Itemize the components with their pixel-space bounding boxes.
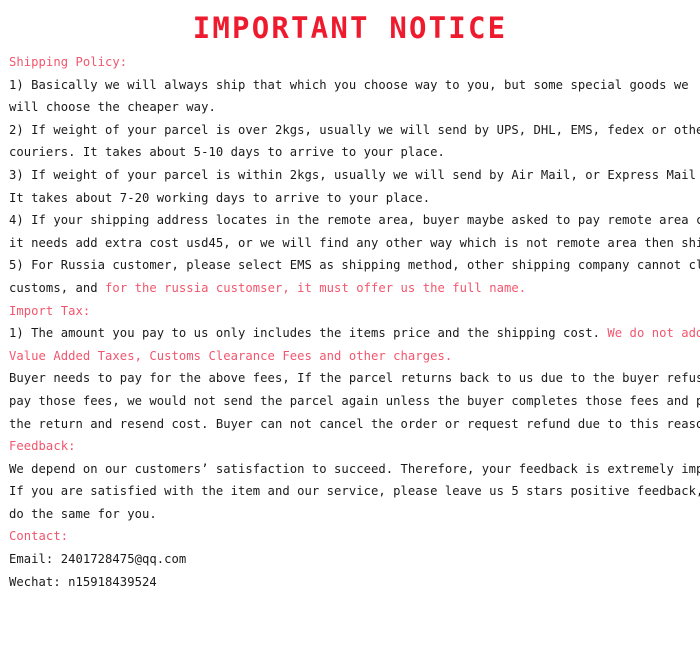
- policy-line-10-emphasis: for the russia customser, it must offer …: [105, 280, 527, 295]
- import-tax-line-2-emphasis: Value Added Taxes, Customs Clearance Fee…: [9, 348, 453, 363]
- policy-line-10: customs, and for the russia customser, i…: [9, 277, 692, 300]
- notice-page: IMPORTANT NOTICE Shipping Policy: 1) Bas…: [0, 0, 700, 655]
- section-heading-contact: Contact:: [9, 529, 69, 544]
- policy-line-9: 5) For Russia customer, please select EM…: [9, 258, 700, 273]
- import-tax-line-5: the return and resend cost. Buyer can no…: [9, 416, 700, 431]
- section-import-tax: Import Tax: 1) The amount you pay to us …: [9, 300, 700, 436]
- policy-line-1: 1) Basically we will always ship that wh…: [9, 77, 689, 92]
- policy-line-3: 2) If weight of your parcel is over 2kgs…: [9, 122, 700, 137]
- section-feedback: Feedback: We depend on our customers’ sa…: [9, 435, 700, 525]
- policy-line-2: will choose the cheaper way.: [9, 100, 216, 115]
- import-tax-line-3: Buyer needs to pay for the above fees, I…: [9, 371, 700, 386]
- policy-line-8: it needs add extra cost usd45, or we wil…: [9, 235, 700, 250]
- policy-line-7: 4) If your shipping address locates in t…: [9, 213, 700, 228]
- import-tax-line-1-emphasis: We do not add Duties,: [607, 326, 700, 341]
- import-tax-line-1-plain: 1) The amount you pay to us only include…: [9, 326, 608, 341]
- page-title: IMPORTANT NOTICE: [192, 11, 508, 45]
- import-tax-line-4: pay those fees, we would not send the pa…: [9, 393, 700, 408]
- feedback-line-1: We depend on our customers’ satisfaction…: [9, 461, 700, 476]
- section-heading-shipping-policy: Shipping Policy:: [9, 55, 128, 69]
- contact-email: Email: 2401728475@qq.com: [9, 552, 187, 567]
- contact-wechat: Wechat: n15918439524: [9, 574, 157, 589]
- import-tax-line-1: 1) The amount you pay to us only include…: [9, 322, 700, 345]
- policy-line-10-plain: customs, and: [9, 280, 106, 295]
- policy-line-4: couriers. It takes about 5-10 days to ar…: [9, 145, 445, 160]
- notice-body: Shipping Policy: 1) Basically we will al…: [0, 51, 700, 593]
- section-heading-feedback: Feedback:: [9, 439, 76, 454]
- policy-line-6: It takes about 7-20 working days to arri…: [9, 190, 431, 205]
- section-shipping-policy: Shipping Policy: 1) Basically we will al…: [9, 51, 700, 300]
- section-heading-import-tax: Import Tax:: [9, 303, 91, 318]
- section-contact: Contact: Email: 2401728475@qq.com Wechat…: [9, 525, 692, 593]
- policy-line-5: 3) If weight of your parcel is within 2k…: [9, 167, 700, 182]
- feedback-line-3: do the same for you.: [9, 506, 157, 521]
- feedback-line-2: If you are satisfied with the item and o…: [9, 484, 700, 499]
